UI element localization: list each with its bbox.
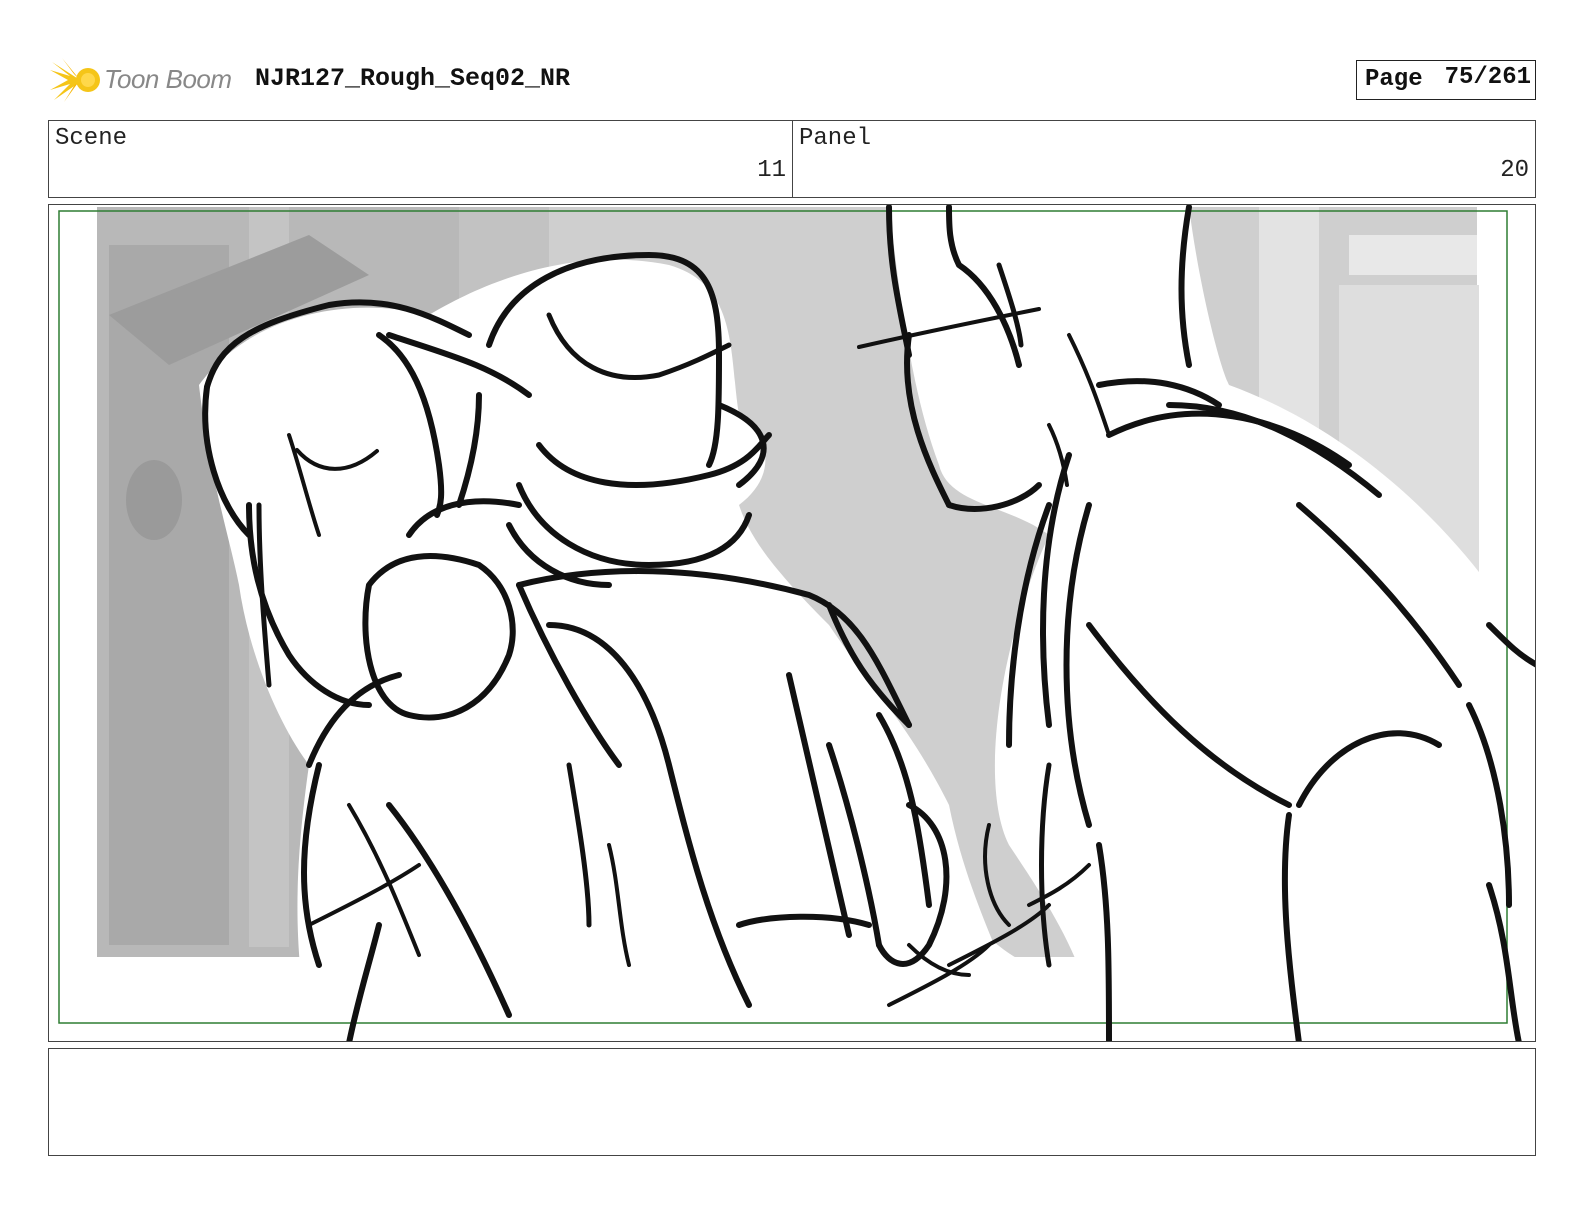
logo-text: Toon Boom — [104, 64, 232, 94]
scene-value: 11 — [757, 157, 786, 184]
panel-value: 20 — [1500, 157, 1529, 184]
notes-box — [48, 1048, 1536, 1156]
storyboard-sketch — [58, 205, 1535, 1041]
toon-boom-logo: Toon Boom — [50, 52, 250, 106]
storyboard-panel-image — [48, 204, 1536, 1042]
page-header: Toon Boom NJR127_Rough_Seq02_NR Page 75/… — [50, 52, 1536, 106]
panel-label: Panel — [799, 125, 872, 152]
scene-panel-info: Scene 11 Panel 20 — [48, 120, 1536, 198]
project-title: NJR127_Rough_Seq02_NR — [255, 64, 571, 93]
scene-label: Scene — [55, 125, 128, 152]
page-indicator: Page 75/261 — [1356, 60, 1536, 100]
panel-cell: Panel 20 — [793, 121, 1535, 197]
scene-cell: Scene 11 — [49, 121, 793, 197]
page-number: 75/261 — [1444, 64, 1531, 91]
page-label: Page — [1365, 66, 1423, 93]
toon-boom-burst-icon — [50, 58, 100, 102]
